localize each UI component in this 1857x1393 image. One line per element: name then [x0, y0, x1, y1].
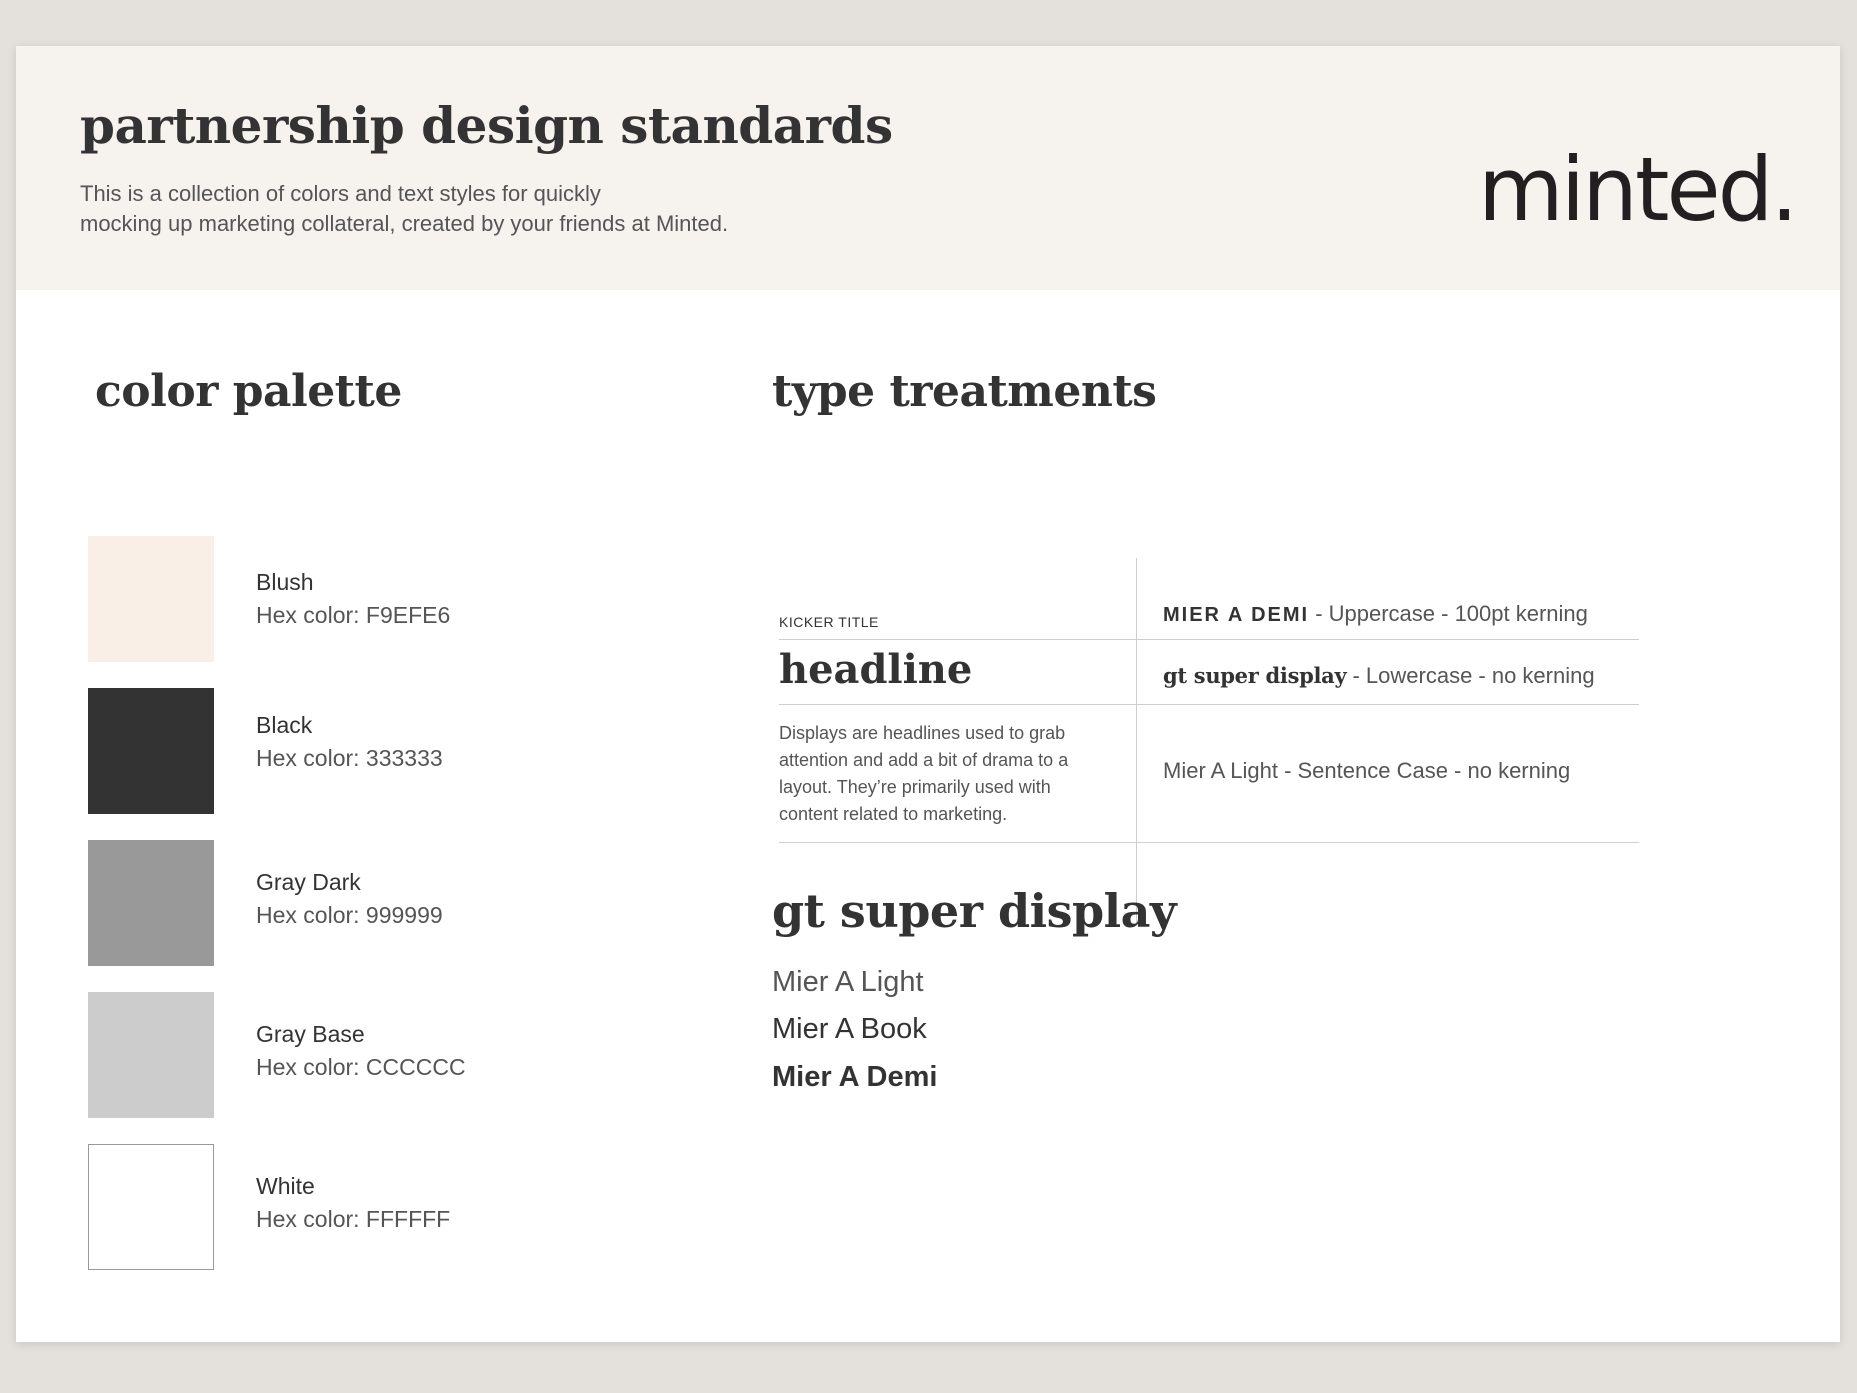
- minted-logo: minted.: [1478, 138, 1798, 241]
- intro-text: This is a collection of colors and text …: [80, 179, 728, 239]
- mier-a-demi-sample: Mier A Demi: [772, 1061, 938, 1093]
- display-description-line: attention and add a bit of drama to a: [779, 750, 1069, 770]
- mier-a-book-sample: Mier A Book: [772, 1013, 927, 1045]
- kicker-title-sample: KICKER TITLE: [779, 614, 879, 630]
- spec-body: Mier A Light - Sentence Case - no kernin…: [1163, 758, 1570, 784]
- mier-a-light-sample: Mier A Light: [772, 966, 924, 998]
- swatch-label-gray-dark: Gray Dark Hex color: 999999: [256, 866, 443, 932]
- swatch-blush: [88, 536, 214, 662]
- display-description-line: content related to marketing.: [779, 804, 1008, 824]
- swatch-gray-dark: [88, 840, 214, 966]
- swatch-name: Blush: [256, 569, 314, 595]
- type-treatments-title: type treatments: [772, 366, 1157, 417]
- spec-kicker: MIER A DEMI - Uppercase - 100pt kerning: [1163, 601, 1588, 627]
- swatch-white: [88, 1144, 214, 1270]
- swatch-hex: Hex color: CCCCCC: [256, 1054, 466, 1080]
- swatch-black: [88, 688, 214, 814]
- table-column-divider: [1136, 558, 1137, 924]
- swatch-hex: Hex color: F9EFE6: [256, 602, 451, 628]
- swatch-label-blush: Blush Hex color: F9EFE6: [256, 566, 450, 632]
- intro-line-2: mocking up marketing collateral, created…: [80, 211, 729, 236]
- table-row-divider: [779, 704, 1639, 705]
- intro-line-1: This is a collection of colors and text …: [80, 181, 601, 206]
- swatch-label-gray-base: Gray Base Hex color: CCCCCC: [256, 1018, 466, 1084]
- swatch-name: Gray Dark: [256, 869, 361, 895]
- display-description: Displays are headlines used to grab atte…: [779, 720, 1119, 828]
- swatch-name: Gray Base: [256, 1021, 365, 1047]
- design-standards-sheet: partnership design standards This is a c…: [16, 46, 1840, 1342]
- spec-headline: gt super display - Lowercase - no kernin…: [1163, 663, 1595, 689]
- table-row-divider: [779, 639, 1639, 640]
- page-title: partnership design standards: [80, 96, 893, 155]
- spec-font-name: gt super display: [1163, 663, 1347, 688]
- gt-super-display-sample: gt super display: [772, 884, 1177, 938]
- table-row-divider: [779, 842, 1639, 843]
- spec-font-name: MIER A DEMI: [1163, 604, 1310, 626]
- header-band: partnership design standards This is a c…: [16, 46, 1840, 290]
- swatch-gray-base: [88, 992, 214, 1118]
- swatch-name: Black: [256, 712, 313, 738]
- spec-details: Mier A Light - Sentence Case - no kernin…: [1163, 758, 1571, 783]
- swatch-hex: Hex color: 333333: [256, 745, 443, 771]
- display-description-line: layout. They’re primarily used with: [779, 777, 1051, 797]
- swatch-hex: Hex color: 999999: [256, 902, 443, 928]
- spec-details: - Lowercase - no kerning: [1346, 663, 1595, 688]
- swatch-name: White: [256, 1173, 315, 1199]
- display-description-line: Displays are headlines used to grab: [779, 723, 1066, 743]
- swatch-label-black: Black Hex color: 333333: [256, 709, 443, 775]
- headline-sample: headline: [779, 646, 973, 693]
- spec-details: - Uppercase - 100pt kerning: [1309, 601, 1588, 626]
- swatch-hex: Hex color: FFFFFF: [256, 1206, 451, 1232]
- swatch-label-white: White Hex color: FFFFFF: [256, 1170, 450, 1236]
- color-palette-title: color palette: [95, 366, 402, 417]
